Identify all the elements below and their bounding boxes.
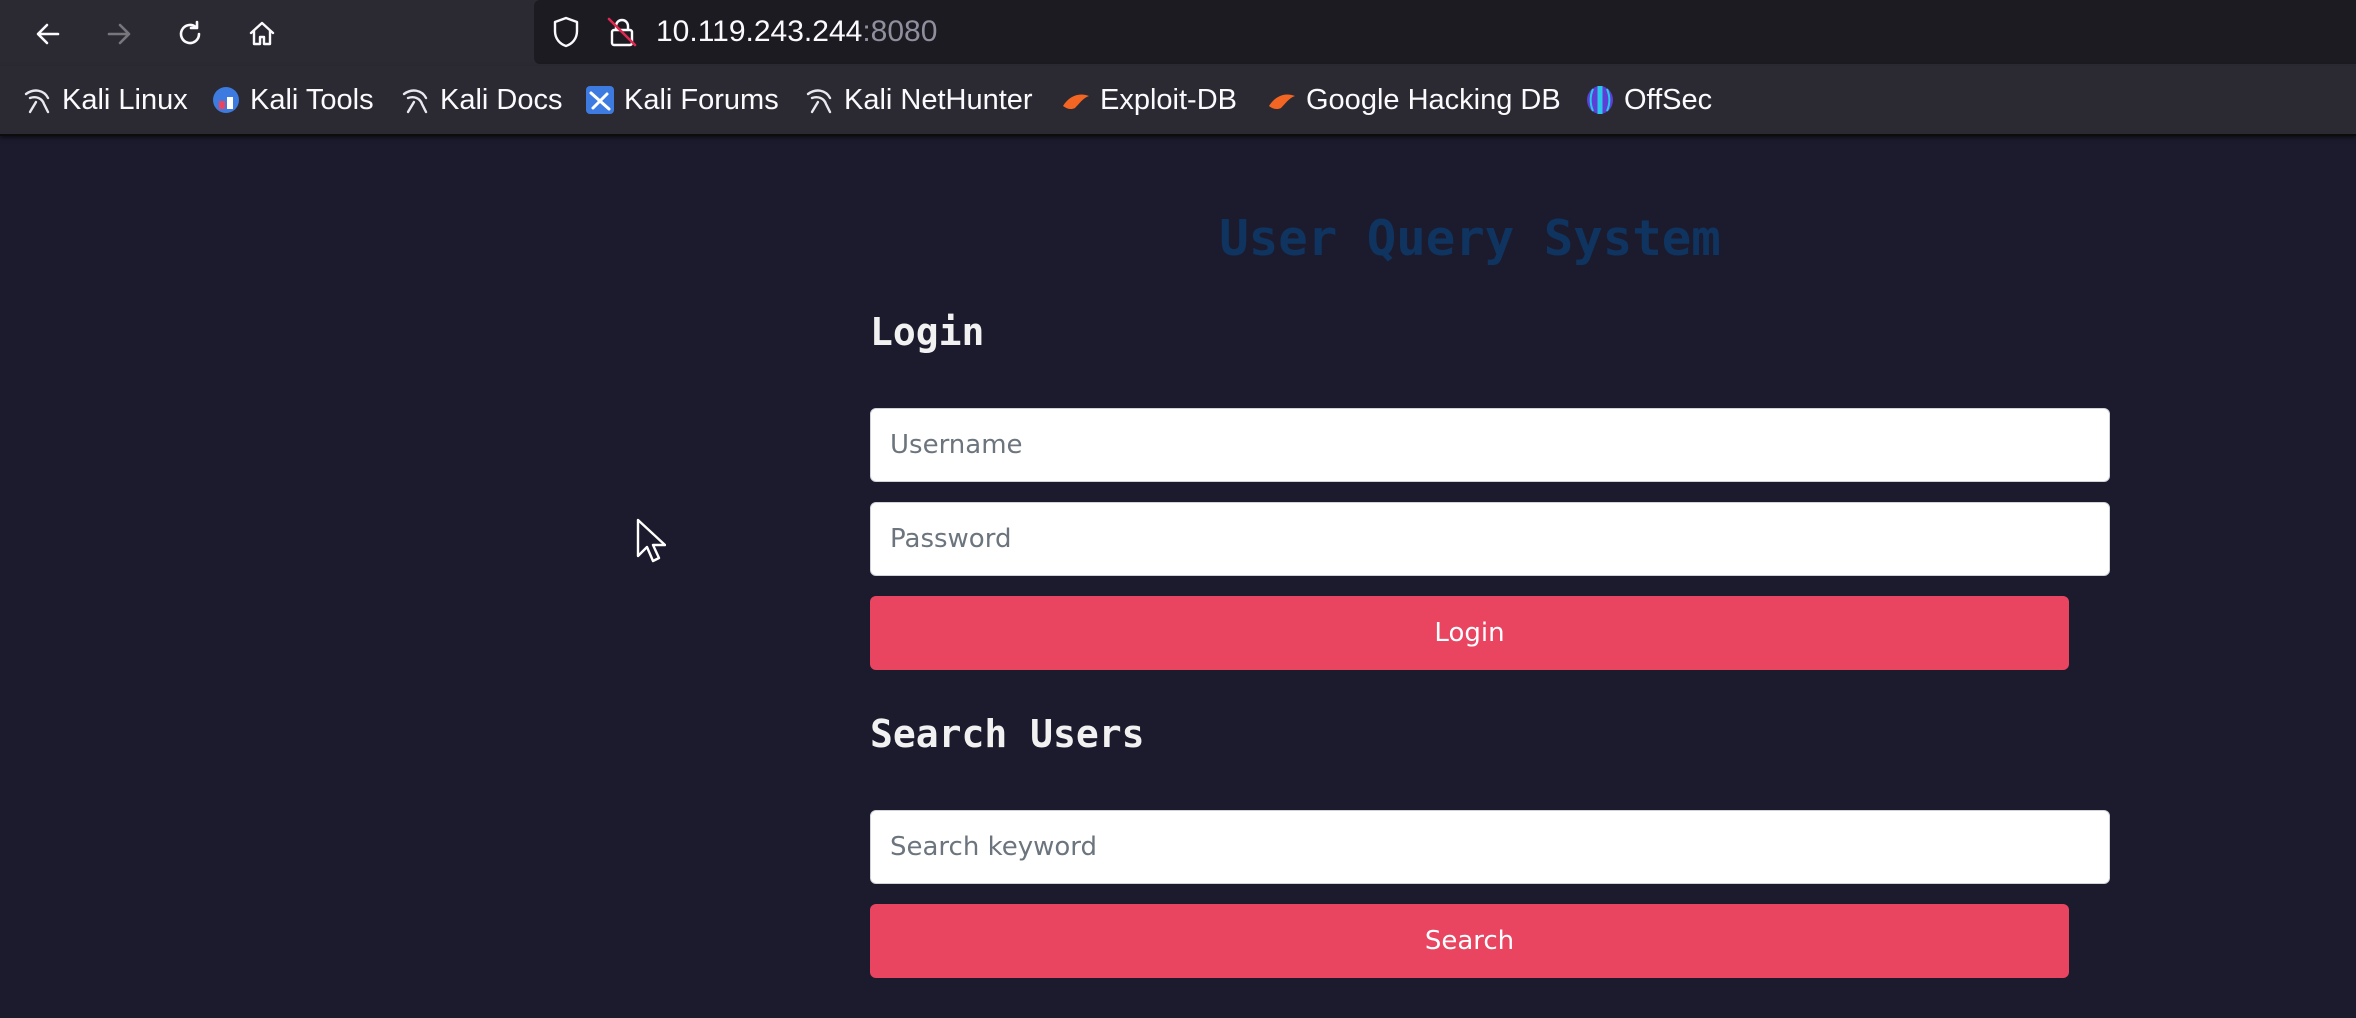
login-heading: Login [870, 310, 985, 354]
arrow-left-icon [36, 23, 60, 45]
search-users-heading: Search Users [870, 712, 1145, 756]
offsec-icon [1587, 86, 1613, 114]
exploit-db-icon [1063, 94, 1089, 110]
search-button[interactable]: Search [870, 904, 2069, 978]
bookmark-label: Kali Docs [440, 83, 563, 116]
bookmark-google-hacking-db[interactable]: Google Hacking DB [1266, 80, 1561, 120]
reload-button[interactable] [168, 12, 212, 56]
url-text[interactable]: 10.119.243.244:8080 [656, 13, 937, 51]
bookmark-kali-forums[interactable]: Kali Forums [584, 80, 779, 120]
back-button[interactable] [26, 12, 70, 56]
insecure-lock-icon[interactable] [604, 14, 640, 50]
page-title: User Query System [1219, 210, 1721, 267]
browser-toolbar: 10.119.243.244:8080 [0, 0, 2356, 66]
bookmark-label: Kali NetHunter [844, 83, 1033, 116]
bookmark-kali-docs[interactable]: Kali Docs [400, 80, 563, 120]
bookmark-kali-tools[interactable]: Kali Tools [210, 80, 374, 120]
url-port: :8080 [862, 15, 938, 48]
search-keyword-input[interactable] [870, 810, 2110, 884]
kali-dragon-icon [402, 89, 428, 114]
bookmarks-bar: Kali Linux Kali Tools Kali Docs Kali For… [0, 66, 2356, 136]
kali-dragon-icon [806, 89, 832, 114]
bookmark-kali-linux[interactable]: Kali Linux [22, 80, 188, 120]
shield-icon[interactable] [548, 14, 584, 50]
arrow-right-icon [107, 23, 131, 45]
kali-forums-icon [586, 86, 614, 114]
bookmark-label: Kali Linux [62, 83, 188, 116]
bookmark-label: Kali Forums [624, 83, 779, 116]
bookmark-label: Exploit-DB [1100, 83, 1237, 116]
forward-button[interactable] [97, 12, 141, 56]
username-input[interactable] [870, 408, 2110, 482]
kali-dragon-icon [24, 89, 50, 114]
bookmark-label: Google Hacking DB [1306, 83, 1561, 116]
bookmark-exploit-db[interactable]: Exploit-DB [1060, 80, 1237, 120]
url-host: 10.119.243.244 [656, 15, 863, 48]
bookmark-offsec[interactable]: OffSec [1584, 80, 1712, 120]
bookmark-kali-nethunter[interactable]: Kali NetHunter [804, 80, 1033, 120]
home-icon [249, 21, 275, 46]
login-button[interactable]: Login [870, 596, 2069, 670]
mouse-pointer-icon [636, 518, 666, 563]
bookmark-label: Kali Tools [250, 83, 374, 116]
bookmark-label: OffSec [1624, 83, 1713, 116]
reload-icon [179, 20, 201, 45]
home-button[interactable] [240, 12, 284, 56]
exploit-db-icon [1269, 94, 1295, 110]
password-input[interactable] [870, 502, 2110, 576]
kali-tools-icon [213, 87, 239, 113]
